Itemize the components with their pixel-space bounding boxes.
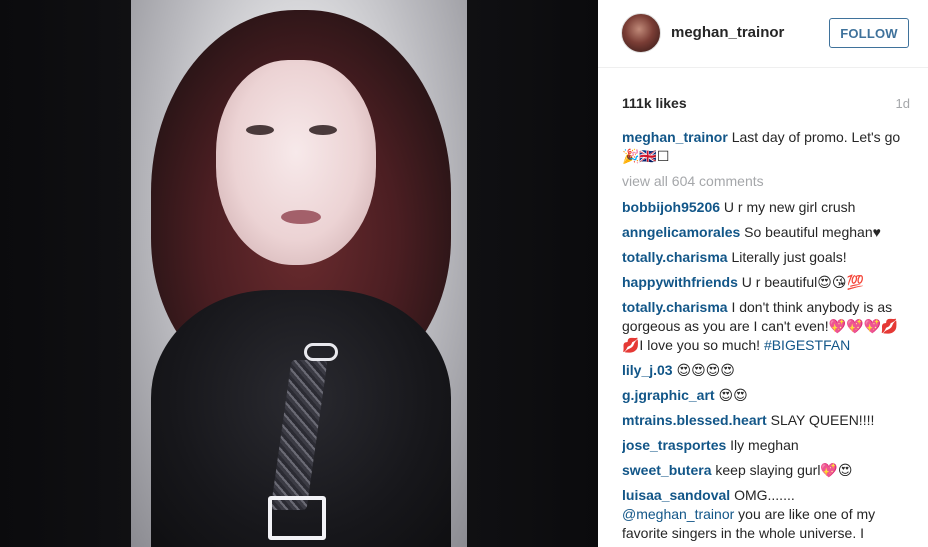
photo-brooch-top (304, 343, 338, 361)
likes-row: 111k likes 1d (622, 94, 910, 112)
comment-item: happywithfriends U r beautiful😍😘💯 (622, 273, 910, 292)
comment-text: U r my new girl crush (723, 199, 856, 215)
post-sidebar: meghan_trainor FOLLOW 111k likes 1d megh… (598, 0, 928, 547)
photo-brooch-bottom (268, 496, 326, 540)
comment-mention[interactable]: @meghan_trainor (622, 506, 734, 522)
comment-text: SLAY QUEEN!!!! (770, 412, 875, 428)
comment-username[interactable]: happywithfriends (622, 274, 738, 290)
comment-username[interactable]: sweet_butera (622, 462, 711, 478)
likes-count[interactable]: 111k likes (622, 95, 687, 111)
comment-text: Literally just goals! (731, 249, 847, 265)
comment-username[interactable]: anngelicamorales (622, 224, 740, 240)
post-header: meghan_trainor FOLLOW (598, 0, 928, 68)
comment-text: OMG....... (734, 487, 795, 503)
comment-item: lily_j.03 😍😍😍😍 (622, 361, 910, 380)
view-all-comments-link[interactable]: view all 604 comments (622, 172, 910, 191)
comment-text: U r beautiful😍😘💯 (741, 274, 864, 290)
comment-username[interactable]: bobbijoh95206 (622, 199, 720, 215)
comment-container: bobbijoh95206 U r my new girl crush annge… (622, 198, 910, 543)
comment-item: totally.charisma Literally just goals! (622, 248, 910, 267)
photo-lips (281, 210, 321, 224)
photo-eye-right (309, 125, 337, 135)
comment-item: luisaa_sandoval OMG....... @meghan_train… (622, 486, 910, 543)
comment-item: mtrains.blessed.heart SLAY QUEEN!!!! (622, 411, 910, 430)
comment-username[interactable]: luisaa_sandoval (622, 487, 730, 503)
comment-item: jose_trasportes Ily meghan (622, 436, 910, 455)
follow-button[interactable]: FOLLOW (829, 18, 909, 48)
comment-text: So beautiful meghan♥ (744, 224, 881, 240)
comment-item: bobbijoh95206 U r my new girl crush (622, 198, 910, 217)
comment-item: sweet_butera keep slaying gurl💖😍 (622, 461, 910, 480)
caption: meghan_trainor Last day of promo. Let's … (622, 128, 910, 166)
comment-item: g.jgraphic_art 😍😍 (622, 386, 910, 405)
comment-text: keep slaying gurl💖😍 (715, 462, 853, 478)
comment-text: 😍😍 (718, 387, 748, 403)
comment-username[interactable]: totally.charisma (622, 299, 728, 315)
comment-item: totally.charisma I don't think anybody i… (622, 298, 910, 355)
comment-item: anngelicamorales So beautiful meghan♥ (622, 223, 910, 242)
avatar[interactable] (621, 13, 661, 53)
comment-hashtag[interactable]: #BIGESTFAN (764, 337, 850, 353)
comment-username[interactable]: jose_trasportes (622, 437, 726, 453)
comment-text: 😍😍😍😍 (676, 362, 735, 378)
comment-username[interactable]: lily_j.03 (622, 362, 673, 378)
post-photo[interactable] (131, 0, 467, 547)
photo-eye-left (246, 125, 274, 135)
post-timestamp[interactable]: 1d (896, 96, 910, 111)
comment-username[interactable]: totally.charisma (622, 249, 728, 265)
media-pane (0, 0, 598, 547)
comment-username[interactable]: mtrains.blessed.heart (622, 412, 767, 428)
header-username[interactable]: meghan_trainor (671, 24, 784, 41)
caption-username[interactable]: meghan_trainor (622, 129, 728, 145)
photo-face (216, 60, 376, 265)
comment-username[interactable]: g.jgraphic_art (622, 387, 715, 403)
comments-list: meghan_trainor Last day of promo. Let's … (622, 128, 910, 547)
comment-text: Ily meghan (730, 437, 799, 453)
